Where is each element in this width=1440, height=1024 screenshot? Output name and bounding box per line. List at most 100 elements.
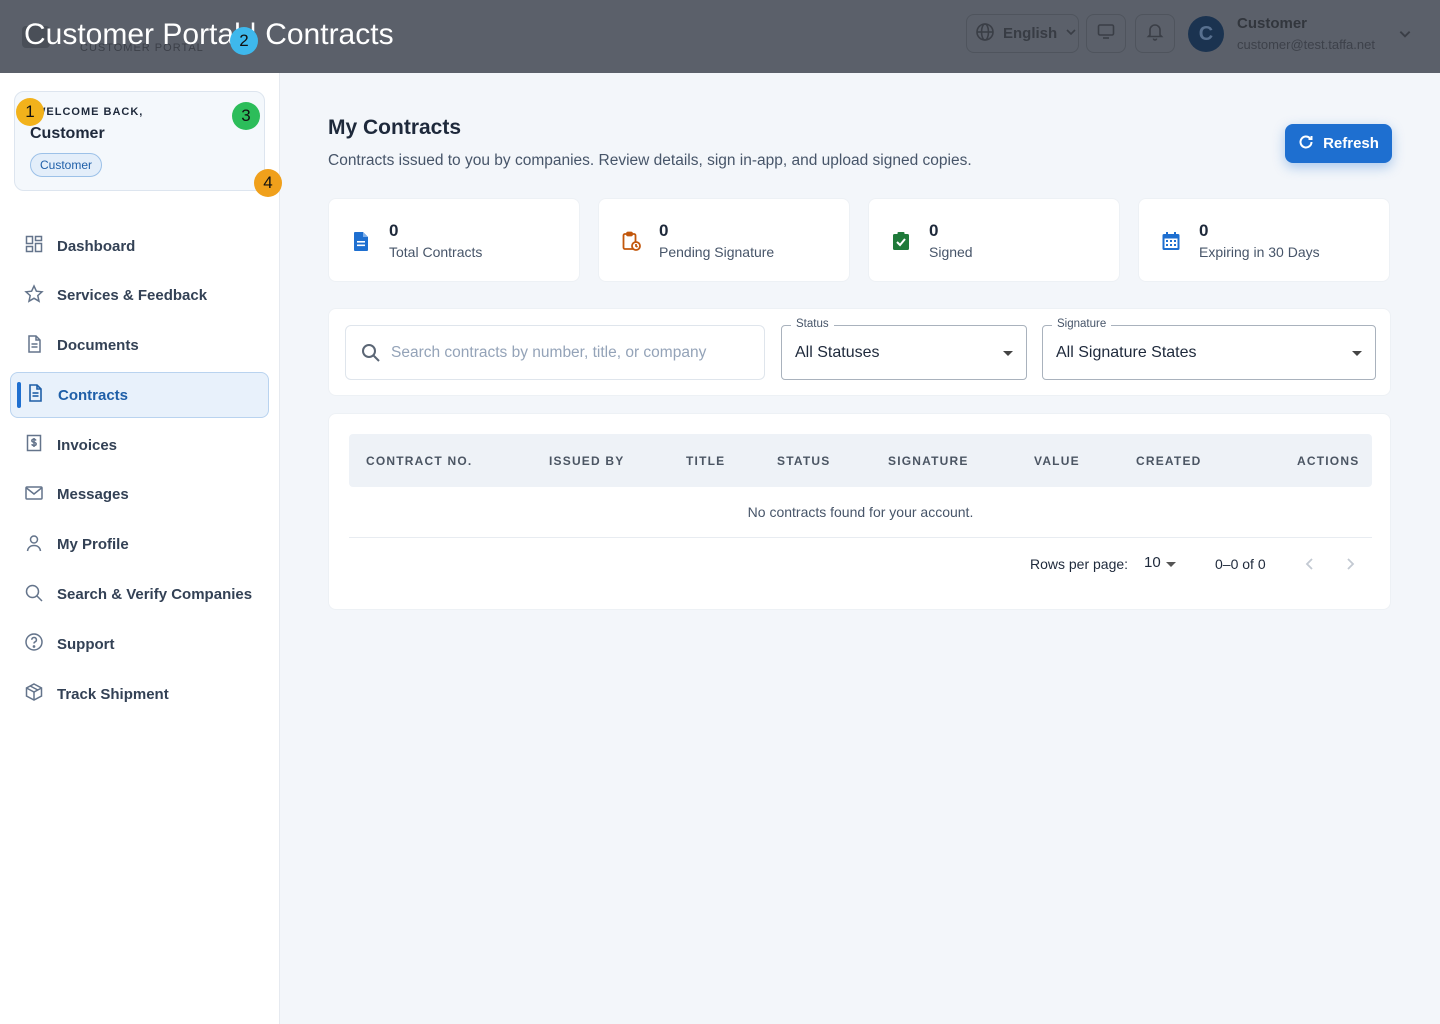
- sidebar-item-label: Services & Feedback: [57, 287, 208, 305]
- chevron-left-icon: [1305, 558, 1313, 570]
- marker-4: 4: [254, 169, 282, 197]
- stat-value: 0: [1199, 221, 1209, 240]
- pending-clipboard-icon: [620, 230, 642, 257]
- empty-message: No contracts found for your account.: [349, 487, 1372, 538]
- sidebar-item-my-profile[interactable]: My Profile: [10, 522, 269, 568]
- marker-2: 2: [230, 27, 258, 55]
- rows-per-page-label: Rows per page:: [1030, 556, 1129, 572]
- language-selector[interactable]: English: [966, 14, 1079, 53]
- top-bar: CUSTOMER PORTAL Customer Portal | Contra…: [0, 0, 1440, 73]
- language-label: English: [1003, 25, 1058, 42]
- pagination-range: 0–0 of 0: [1215, 556, 1266, 572]
- sidebar-item-invoices[interactable]: Invoices: [10, 422, 269, 468]
- dropdown-caret-icon: [1352, 351, 1362, 356]
- sidebar-item-label: Search & Verify Companies: [57, 586, 253, 604]
- welcome-label: WELCOME BACK,: [35, 106, 144, 118]
- sidebar-item-label: Dashboard: [57, 237, 136, 255]
- search-icon: [361, 343, 381, 368]
- next-page-button[interactable]: [1338, 552, 1362, 576]
- sidebar-item-track-shipment[interactable]: Track Shipment: [10, 671, 269, 717]
- person-icon: [24, 533, 44, 557]
- column-header[interactable]: CREATED: [1136, 454, 1202, 468]
- stat-card-pending: 0 Pending Signature: [598, 198, 850, 282]
- monitor-icon: [1096, 21, 1116, 46]
- sidebar-item-label: Documents: [57, 337, 139, 355]
- stat-card-total: 0 Total Contracts: [328, 198, 580, 282]
- sidebar-item-services-feedback[interactable]: Services & Feedback: [10, 273, 269, 319]
- sidebar-item-label: Messages: [57, 486, 129, 504]
- chevron-down-icon[interactable]: [1398, 27, 1412, 46]
- welcome-name: Customer: [30, 125, 105, 142]
- previous-page-button[interactable]: [1298, 552, 1322, 576]
- contracts-table: CONTRACT NO. ISSUED BY TITLE STATUS SIGN…: [328, 413, 1391, 610]
- search-input[interactable]: [391, 336, 751, 370]
- sidebar-nav: Dashboard Services & Feedback Documents Con…: [10, 223, 269, 721]
- stat-card-expiring: 0 Expiring in 30 Days: [1138, 198, 1390, 282]
- sidebar: WELCOME BACK, Customer Customer Dashboar…: [0, 73, 280, 1024]
- sidebar-item-dashboard[interactable]: Dashboard: [10, 223, 269, 269]
- user-name[interactable]: Customer: [1237, 15, 1307, 32]
- refresh-button[interactable]: Refresh: [1285, 124, 1392, 163]
- sidebar-item-messages[interactable]: Messages: [10, 472, 269, 518]
- filter-bar: Status All Statuses Signature All Signat…: [328, 308, 1391, 396]
- user-email: customer@test.taffa.net: [1237, 37, 1375, 52]
- check-clipboard-icon: [890, 230, 912, 257]
- search-icon: [24, 583, 44, 607]
- package-icon: [24, 682, 44, 706]
- sidebar-item-contracts[interactable]: Contracts: [10, 372, 269, 419]
- notifications-button[interactable]: [1135, 14, 1175, 53]
- refresh-icon: [1298, 134, 1314, 154]
- sidebar-item-label: Invoices: [57, 436, 118, 454]
- status-select[interactable]: Status All Statuses: [781, 318, 1027, 380]
- stat-card-signed: 0 Signed: [868, 198, 1120, 282]
- dashboard-icon: [24, 234, 44, 258]
- display-button[interactable]: [1086, 14, 1126, 53]
- sidebar-item-label: Support: [57, 635, 115, 653]
- role-chip: Customer: [30, 153, 103, 177]
- sidebar-item-label: Track Shipment: [57, 685, 169, 703]
- column-header[interactable]: CONTRACT NO.: [366, 454, 472, 468]
- window-title: Customer Portal | Contracts: [24, 18, 394, 51]
- welcome-card: WELCOME BACK, Customer Customer: [14, 91, 265, 191]
- chevron-down-icon: [1065, 25, 1077, 42]
- signature-legend: Signature: [1052, 318, 1112, 330]
- status-legend: Status: [791, 318, 834, 330]
- bell-icon: [1145, 21, 1165, 46]
- column-header[interactable]: VALUE: [1034, 454, 1080, 468]
- column-header[interactable]: TITLE: [686, 454, 725, 468]
- invoice-icon: [24, 433, 44, 457]
- sidebar-item-search-verify-companies[interactable]: Search & Verify Companies: [10, 572, 269, 618]
- sidebar-item-documents[interactable]: Documents: [10, 323, 269, 369]
- search-field[interactable]: [345, 325, 765, 380]
- signature-value: All Signature States: [1056, 344, 1197, 361]
- column-header[interactable]: SIGNATURE: [888, 454, 969, 468]
- contract-icon: [25, 383, 45, 407]
- stat-value: 0: [929, 221, 939, 240]
- avatar[interactable]: C: [1188, 16, 1224, 52]
- dropdown-caret-icon[interactable]: [1166, 562, 1176, 567]
- marker-3: 3: [232, 102, 260, 130]
- signature-select[interactable]: Signature All Signature States: [1042, 318, 1376, 380]
- chevron-right-icon: [1347, 558, 1355, 570]
- refresh-label: Refresh: [1323, 135, 1379, 152]
- globe-icon: [975, 22, 995, 46]
- stat-label: Expiring in 30 Days: [1199, 244, 1320, 260]
- mail-icon: [24, 483, 44, 507]
- stat-value: 0: [659, 221, 669, 240]
- document-icon: [350, 230, 372, 257]
- document-icon: [24, 334, 44, 358]
- column-header[interactable]: STATUS: [777, 454, 830, 468]
- help-icon: [24, 632, 44, 656]
- column-header: ACTIONS: [1297, 454, 1360, 468]
- column-header[interactable]: ISSUED BY: [549, 454, 624, 468]
- stat-label: Pending Signature: [659, 244, 775, 260]
- rows-per-page-select[interactable]: 10: [1144, 554, 1161, 571]
- sidebar-item-label: Contracts: [58, 386, 129, 404]
- stat-label: Total Contracts: [389, 244, 483, 260]
- calendar-icon: [1160, 230, 1182, 257]
- stat-label: Signed: [929, 244, 973, 260]
- page-subtitle: Contracts issued to you by companies. Re…: [328, 152, 972, 169]
- dropdown-caret-icon: [1003, 351, 1013, 356]
- sidebar-item-support[interactable]: Support: [10, 621, 269, 667]
- status-value: All Statuses: [795, 344, 880, 361]
